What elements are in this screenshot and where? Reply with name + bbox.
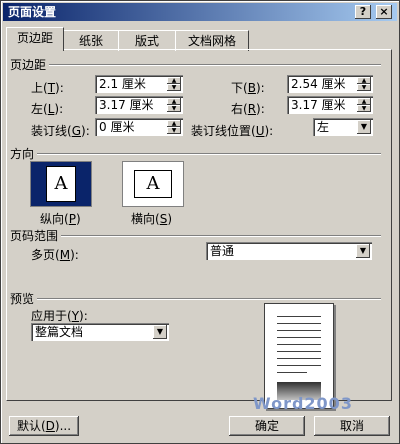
title-bar[interactable]: 页面设置 ? ×: [3, 3, 397, 21]
gutter-position-select[interactable]: 左 ▼: [313, 118, 373, 136]
pages-separator: [61, 235, 381, 237]
chevron-down-icon[interactable]: ▼: [356, 244, 370, 258]
left-margin-value: 3.17 厘米: [99, 98, 154, 112]
gutter-position-value: 左: [317, 120, 330, 134]
gutter-stepper[interactable]: 0 厘米 ▲ ▼: [95, 118, 183, 136]
watermark: Word2003: [253, 394, 353, 413]
preview-separator: [37, 298, 381, 300]
top-margin-stepper[interactable]: 2.1 厘米 ▲ ▼: [95, 75, 183, 93]
tab-document-grid[interactable]: 文档网格: [175, 30, 249, 51]
bottom-margin-up-icon[interactable]: ▲: [357, 77, 371, 84]
dialog-title: 页面设置: [8, 5, 57, 19]
multiple-pages-select[interactable]: 普通 ▼: [206, 242, 372, 260]
bottom-margin-down-icon[interactable]: ▼: [357, 84, 371, 91]
gutter-value: 0 厘米: [99, 120, 135, 134]
top-margin-up-icon[interactable]: ▲: [167, 77, 181, 84]
landscape-label[interactable]: 横向(S): [131, 210, 172, 227]
top-margin-down-icon[interactable]: ▼: [167, 84, 181, 91]
gutter-label: 装订线(G):: [31, 124, 90, 138]
portrait-label[interactable]: 纵向(P): [40, 210, 81, 227]
margins-separator: [49, 64, 381, 66]
gutter-position-label: 装订线位置(U):: [191, 124, 274, 138]
gutter-down-icon[interactable]: ▼: [167, 127, 181, 134]
left-margin-label: 左(L):: [31, 102, 64, 116]
pages-section-title: 页码范围: [10, 229, 59, 243]
page-setup-dialog: 页面设置 ? × 页边距 纸张 版式 文档网格 页边距 上(T): 2.1 厘米…: [0, 0, 400, 444]
portrait-option[interactable]: A: [30, 161, 92, 207]
bottom-margin-label: 下(B):: [231, 81, 265, 95]
chevron-down-icon[interactable]: ▼: [357, 120, 371, 134]
right-margin-value: 3.17 厘米: [291, 98, 346, 112]
tab-layout[interactable]: 版式: [118, 30, 176, 51]
right-margin-stepper[interactable]: 3.17 厘米 ▲ ▼: [287, 96, 373, 114]
orientation-separator: [37, 153, 381, 155]
apply-to-select[interactable]: 整篇文档 ▼: [31, 323, 169, 341]
left-margin-stepper[interactable]: 3.17 厘米 ▲ ▼: [95, 96, 183, 114]
landscape-option[interactable]: A: [122, 161, 184, 207]
orientation-section-title: 方向: [10, 147, 35, 161]
gutter-up-icon[interactable]: ▲: [167, 120, 181, 127]
apply-to-value: 整篇文档: [35, 325, 84, 339]
help-button[interactable]: ?: [355, 5, 371, 19]
tab-paper[interactable]: 纸张: [63, 30, 119, 51]
apply-to-label: 应用于(Y):: [31, 309, 88, 323]
default-button[interactable]: 默认(D)...: [9, 416, 79, 436]
landscape-page-icon: A: [134, 170, 172, 198]
portrait-page-icon: A: [46, 166, 76, 202]
chevron-down-icon[interactable]: ▼: [153, 325, 167, 339]
right-margin-label: 右(R):: [231, 102, 265, 116]
left-margin-down-icon[interactable]: ▼: [167, 105, 181, 112]
top-margin-value: 2.1 厘米: [99, 77, 146, 91]
right-margin-down-icon[interactable]: ▼: [357, 105, 371, 112]
multiple-pages-label: 多页(M):: [31, 248, 79, 262]
bottom-margin-stepper[interactable]: 2.54 厘米 ▲ ▼: [287, 75, 373, 93]
tab-margins[interactable]: 页边距: [6, 27, 64, 51]
bottom-margin-value: 2.54 厘米: [291, 77, 346, 91]
multiple-pages-value: 普通: [210, 244, 235, 258]
preview-section-title: 预览: [10, 292, 35, 306]
left-margin-up-icon[interactable]: ▲: [167, 98, 181, 105]
right-margin-up-icon[interactable]: ▲: [357, 98, 371, 105]
top-margin-label: 上(T):: [31, 81, 64, 95]
close-button[interactable]: ×: [376, 5, 392, 19]
ok-button[interactable]: 确定: [229, 416, 305, 436]
margins-section-title: 页边距: [10, 58, 47, 72]
cancel-button[interactable]: 取消: [314, 416, 390, 436]
